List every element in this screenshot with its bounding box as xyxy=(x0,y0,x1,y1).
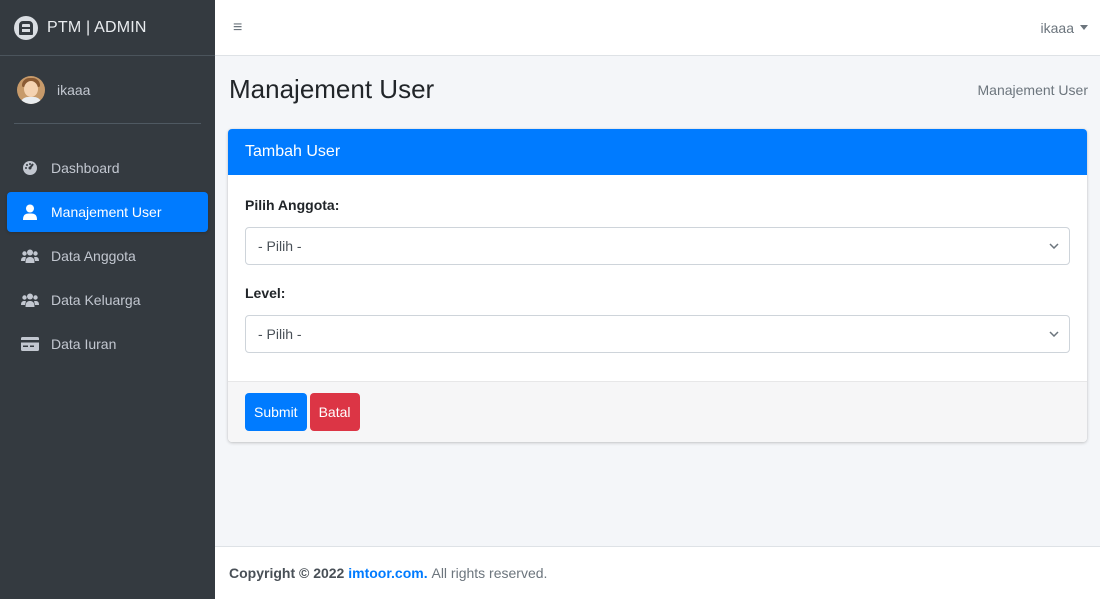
user-dropdown-label: ikaaa xyxy=(1040,19,1074,36)
credit-card-icon xyxy=(21,336,39,352)
submit-button[interactable]: Submit xyxy=(245,393,307,431)
card-footer: Submit Batal xyxy=(228,381,1087,442)
brand-title: PTM | ADMIN xyxy=(47,18,147,36)
breadcrumb[interactable]: Manajement User xyxy=(978,82,1089,98)
brand-link[interactable]: PTM | ADMIN xyxy=(0,0,215,56)
chevron-down-icon xyxy=(1049,328,1059,340)
add-user-card: Tambah User Pilih Anggota: - Pilih - Lev… xyxy=(228,129,1087,442)
sidebar-item-data-iuran[interactable]: Data Iuran xyxy=(7,324,208,364)
member-select[interactable]: - Pilih - xyxy=(245,227,1070,265)
chevron-down-icon xyxy=(1049,240,1059,252)
sidebar-item-label: Data Anggota xyxy=(51,248,136,264)
user-dropdown[interactable]: ikaaa xyxy=(1041,20,1088,36)
card-body: Pilih Anggota: - Pilih - Level: - Pilih … xyxy=(228,175,1087,381)
sidebar-item-label: Dashboard xyxy=(51,160,120,176)
sidebar-item-dashboard[interactable]: Dashboard xyxy=(7,148,208,188)
member-select-label: Pilih Anggota: xyxy=(245,197,340,213)
member-select-value: - Pilih - xyxy=(258,238,302,254)
copyright-text: Copyright © 2022 imtoor.com. xyxy=(229,565,428,581)
user-name: ikaaa xyxy=(57,81,91,98)
user-panel[interactable]: ikaaa xyxy=(14,56,201,124)
users-icon xyxy=(21,248,39,264)
level-select-label: Level: xyxy=(245,285,286,301)
user-icon xyxy=(21,204,39,220)
brand-logo-icon xyxy=(14,15,38,40)
users-icon xyxy=(21,292,39,308)
content-header: Manajement User Manajement User xyxy=(229,74,1088,105)
dashboard-icon xyxy=(21,160,39,176)
avatar xyxy=(17,75,45,104)
sidebar-nav: Dashboard Manajement User Data Anggota D… xyxy=(0,148,215,364)
level-select-value: - Pilih - xyxy=(258,326,302,342)
page-footer: Copyright © 2022 imtoor.com. All rights … xyxy=(215,546,1100,599)
level-select[interactable]: - Pilih - xyxy=(245,315,1070,353)
sidebar-item-label: Data Keluarga xyxy=(51,292,141,308)
sidebar: PTM | ADMIN ikaaa Dashboard Manajement U… xyxy=(0,0,215,599)
sidebar-item-label: Manajement User xyxy=(51,204,162,220)
caret-down-icon xyxy=(1080,25,1088,30)
sidebar-item-data-keluarga[interactable]: Data Keluarga xyxy=(7,280,208,320)
footer-link[interactable]: imtoor.com. xyxy=(348,565,427,581)
sidebar-item-label: Data Iuran xyxy=(51,336,117,352)
card-title: Tambah User xyxy=(228,129,1087,175)
cancel-button[interactable]: Batal xyxy=(309,393,360,431)
sidebar-item-manajement-user[interactable]: Manajement User xyxy=(7,192,208,232)
rights-text: All rights reserved. xyxy=(431,565,548,581)
menu-toggle-icon[interactable]: ≡ xyxy=(233,19,242,36)
sidebar-item-data-anggota[interactable]: Data Anggota xyxy=(7,236,208,276)
page-title: Manajement User xyxy=(229,74,435,104)
top-navbar: ≡ ikaaa xyxy=(215,0,1100,56)
